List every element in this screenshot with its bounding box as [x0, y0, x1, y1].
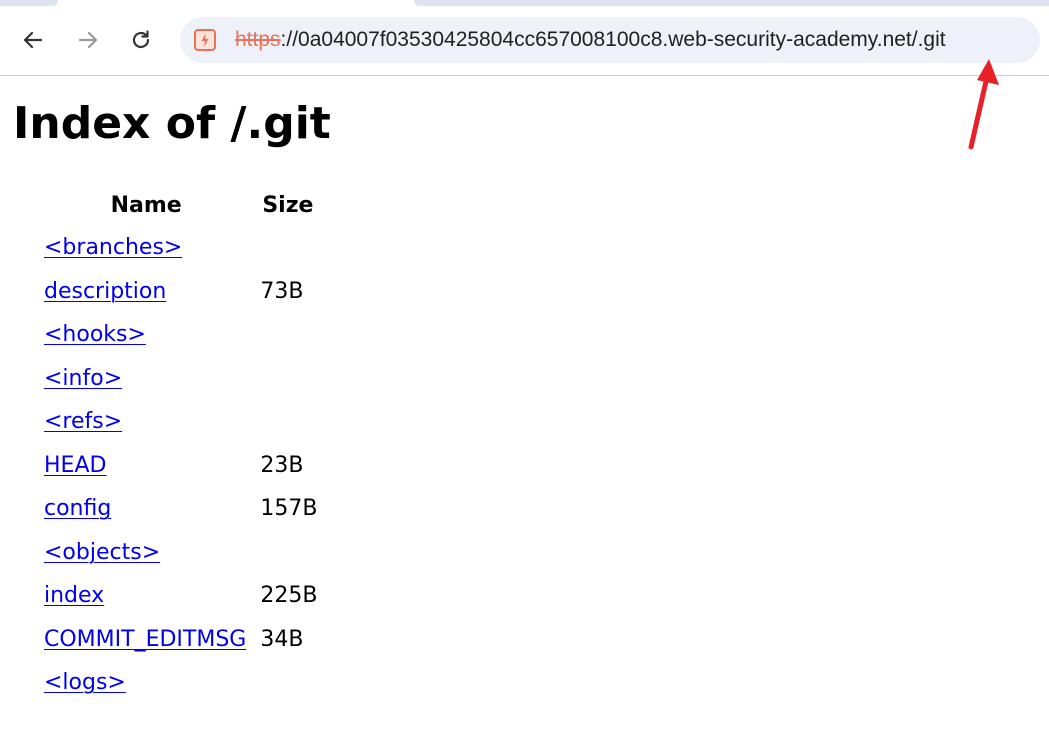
table-row: <info> — [42, 357, 319, 401]
url-text[interactable]: https://0a04007f03530425804cc657008100c8… — [235, 17, 946, 63]
directory-listing-table: Name Size <branches> description 73B <hooks… — [36, 184, 325, 705]
table-row: <branches> — [42, 226, 319, 270]
back-button[interactable] — [16, 23, 50, 57]
name-cell: <branches> — [42, 226, 250, 270]
table-row: <refs> — [42, 400, 319, 444]
size-cell — [256, 400, 319, 444]
tab-strip-edge — [414, 0, 1049, 6]
file-link[interactable]: HEAD — [44, 453, 106, 478]
size-cell: 73B — [260, 278, 304, 304]
size-cell: 225B — [260, 583, 318, 609]
file-link[interactable]: <branches> — [44, 235, 182, 260]
browser-toolbar: https://0a04007f03530425804cc657008100c8… — [0, 0, 1049, 76]
name-cell: <objects> — [42, 531, 250, 575]
table-row: config 157B — [42, 487, 319, 531]
file-link[interactable]: COMMIT_EDITMSG — [44, 627, 246, 652]
name-cell: <logs> — [42, 661, 250, 705]
size-cell — [256, 226, 319, 270]
size-cell: 34B — [260, 626, 304, 652]
name-cell: config — [42, 487, 250, 531]
forward-arrow-icon — [78, 31, 98, 49]
url-scheme: https — [235, 28, 281, 51]
reload-button[interactable] — [124, 23, 158, 57]
size-cell — [256, 357, 319, 401]
table-body: <branches> description 73B <hooks> <info> <re… — [42, 226, 319, 705]
column-header-name: Name — [110, 192, 182, 218]
table-row: HEAD 23B — [42, 444, 319, 488]
name-cell: <hooks> — [42, 313, 250, 357]
file-link[interactable]: <logs> — [44, 670, 126, 695]
back-arrow-icon — [23, 31, 43, 49]
column-header-size: Size — [262, 192, 314, 218]
file-link[interactable]: <info> — [44, 366, 122, 391]
page-content: Index of /.git Name Size <branches> descr… — [0, 76, 1049, 747]
name-cell: COMMIT_EDITMSG — [42, 618, 250, 662]
not-secure-site-icon[interactable] — [193, 28, 217, 52]
tab-strip-edge — [0, 0, 58, 6]
size-cell — [256, 661, 319, 705]
table-row: description 73B — [42, 270, 319, 314]
file-link[interactable]: description — [44, 279, 166, 304]
file-link[interactable]: index — [44, 583, 104, 608]
page-title: Index of /.git — [13, 98, 331, 149]
table-row: <objects> — [42, 531, 319, 575]
size-cell — [256, 531, 319, 575]
size-cell: 157B — [260, 496, 318, 522]
table-row: index 225B — [42, 574, 319, 618]
name-cell: <refs> — [42, 400, 250, 444]
name-cell: <info> — [42, 357, 250, 401]
size-cell — [256, 313, 319, 357]
file-link[interactable]: <objects> — [44, 540, 160, 565]
table-row: COMMIT_EDITMSG 34B — [42, 618, 319, 662]
name-cell: description — [42, 270, 250, 314]
table-header-row: Name Size — [42, 184, 319, 226]
name-cell: index — [42, 574, 250, 618]
name-cell: HEAD — [42, 444, 250, 488]
address-bar[interactable]: https://0a04007f03530425804cc657008100c8… — [180, 17, 1040, 63]
table-row: <hooks> — [42, 313, 319, 357]
file-link[interactable]: <hooks> — [44, 322, 146, 347]
size-cell: 23B — [260, 452, 304, 478]
forward-button[interactable] — [71, 23, 105, 57]
url-rest: ://0a04007f03530425804cc657008100c8.web-… — [280, 28, 946, 51]
file-link[interactable]: <refs> — [44, 409, 122, 434]
table-row: <logs> — [42, 661, 319, 705]
file-link[interactable]: config — [44, 496, 111, 521]
reload-icon — [132, 30, 150, 49]
